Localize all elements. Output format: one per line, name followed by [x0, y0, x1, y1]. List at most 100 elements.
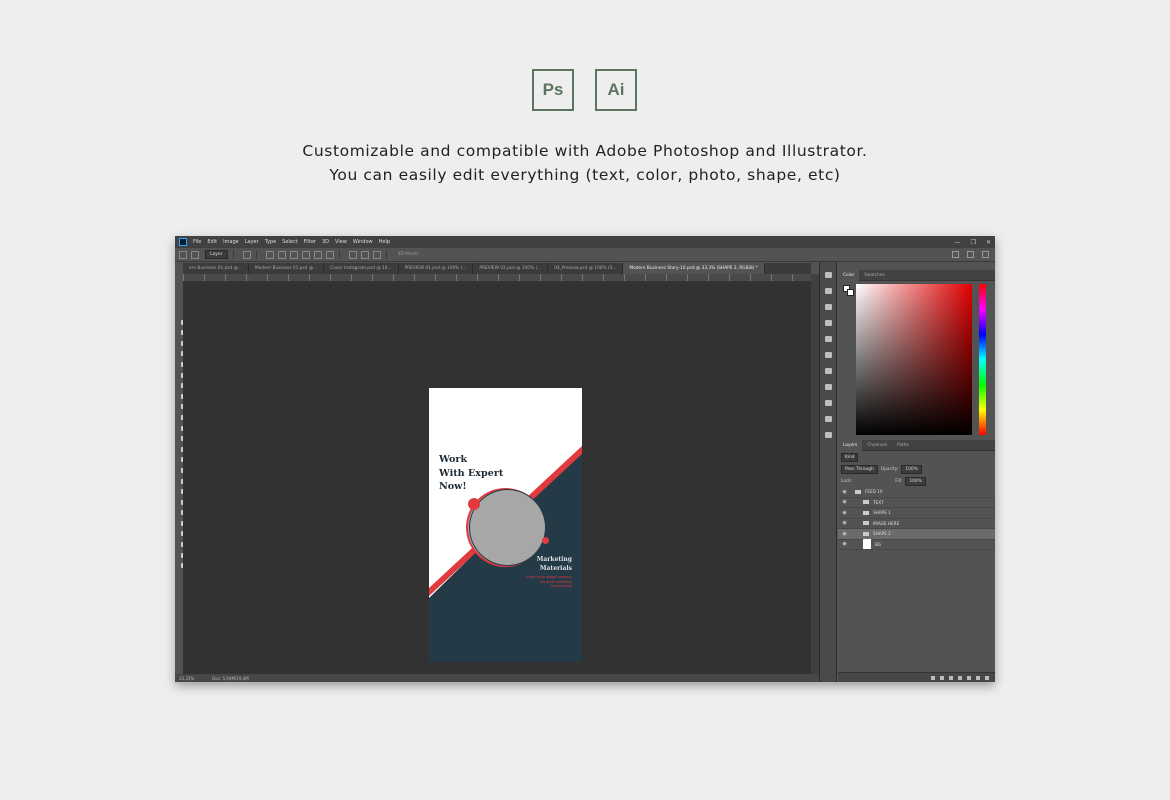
auto-select-dropdown[interactable]: Layer	[205, 250, 228, 259]
status-bar: 33,33% Doc: 5,94M/19,4M	[175, 674, 819, 682]
doc-tab-active[interactable]: Modern Business Story-10.psd @ 33,3% (SH…	[623, 263, 765, 274]
zoom-level[interactable]: 33,33%	[179, 676, 194, 681]
doc-tab[interactable]: ern Business 01.psd @...	[183, 263, 250, 274]
visibility-eye-icon[interactable]: ◉	[840, 531, 849, 537]
align-middle-icon[interactable]	[277, 250, 286, 259]
doc-tab[interactable]: PREVIEW 02.psd @ 100% (...	[473, 263, 549, 274]
fill-input[interactable]: 100%	[905, 476, 926, 486]
distribute-icon[interactable]	[360, 250, 369, 259]
canvas-area[interactable]: Work With Expert Now! Marketing Material…	[183, 282, 811, 674]
layer-row[interactable]: ◉ SHAPE 1	[838, 508, 995, 519]
visibility-eye-icon[interactable]: ◉	[840, 510, 849, 516]
styles-icon[interactable]	[824, 416, 832, 422]
menu-view[interactable]: View	[335, 239, 347, 245]
distribute-icon[interactable]	[372, 250, 381, 259]
new-layer-icon[interactable]	[976, 675, 980, 680]
search-icon[interactable]	[952, 251, 959, 258]
new-group-icon[interactable]	[967, 675, 971, 680]
menu-filter[interactable]: Filter	[304, 239, 316, 245]
tools-panel	[175, 274, 187, 682]
histogram-icon[interactable]	[824, 288, 832, 294]
subtitle-line: Marketing	[536, 556, 572, 563]
visibility-eye-icon[interactable]: ◉	[840, 499, 849, 505]
doc-tab[interactable]: 04_Preview.psd @ 100% (S...	[548, 263, 624, 274]
menu-image[interactable]: Image	[223, 239, 239, 245]
red-dot	[542, 537, 549, 544]
light-icon[interactable]	[824, 384, 832, 390]
folder-icon	[863, 521, 869, 526]
minimize-icon[interactable]: —	[955, 239, 961, 246]
blend-mode-dropdown[interactable]: Pass Through	[841, 464, 878, 474]
brush-settings-icon[interactable]	[824, 304, 832, 310]
transform-controls-icon[interactable]	[242, 250, 251, 259]
fx-icon[interactable]	[940, 675, 944, 680]
doc-tab[interactable]: Cover Instagram.psd @ 10...	[324, 263, 399, 274]
adjustments-icon[interactable]	[824, 320, 832, 326]
layer-row[interactable]: ◉ TEXT	[838, 498, 995, 508]
layer-name: SHAPE 2	[873, 531, 891, 537]
kind-filter-dropdown[interactable]: Kind	[841, 452, 859, 462]
align-center-icon[interactable]	[313, 250, 322, 259]
tab-swatches[interactable]: Swatches	[859, 270, 890, 281]
actions-icon[interactable]	[824, 432, 832, 438]
menu-window[interactable]: Window	[353, 239, 373, 245]
background-color[interactable]	[847, 289, 854, 296]
mask-icon[interactable]	[949, 675, 953, 680]
tab-paths[interactable]: Paths	[892, 440, 914, 451]
hue-slider[interactable]	[979, 284, 986, 435]
link-layers-icon[interactable]	[931, 675, 935, 680]
layer-list: ◉ FEED 10 ◉ TEXT ◉ SHAPE 1 ◉ IMAGE HERE ◉ SHAPE 2…	[838, 487, 995, 550]
share-icon[interactable]	[982, 251, 989, 258]
tab-channels[interactable]: Channels	[862, 440, 892, 451]
move-tool-icon[interactable]	[179, 250, 187, 259]
menu-layer[interactable]: Layer	[245, 239, 259, 245]
close-icon[interactable]: ✕	[986, 239, 991, 246]
restore-icon[interactable]: ❐	[971, 239, 976, 246]
doc-tab[interactable]: Modern Business 01.psd @...	[249, 263, 325, 274]
menu-file[interactable]: File	[193, 239, 201, 245]
history-icon[interactable]	[824, 272, 832, 278]
doc-tab[interactable]: PREVIEW 01.psd @ 100% (...	[399, 263, 474, 274]
align-top-icon[interactable]	[265, 250, 274, 259]
blend-row: Pass Through Opacity: 100%	[838, 463, 995, 475]
layer-name: BG	[875, 541, 882, 547]
color-picker-field[interactable]	[856, 284, 972, 435]
distribute-icon[interactable]	[348, 250, 357, 259]
layer-name: FEED 10	[865, 489, 883, 495]
vertical-scrollbar[interactable]	[811, 274, 819, 674]
workspace-icon[interactable]	[967, 251, 974, 258]
tab-layers[interactable]: Layers	[838, 439, 863, 451]
adjustment-layer-icon[interactable]	[958, 675, 962, 680]
menu-select[interactable]: Select	[282, 239, 297, 245]
layer-row[interactable]: ◉ SHAPE 2	[838, 529, 995, 540]
visibility-eye-icon[interactable]: ◉	[840, 489, 849, 495]
artwork[interactable]: Work With Expert Now! Marketing Material…	[429, 388, 582, 662]
red-dot	[468, 498, 480, 510]
layer-row[interactable]: ◉ BG	[838, 539, 995, 550]
paragraph-icon[interactable]	[824, 336, 832, 342]
delete-layer-icon[interactable]	[985, 675, 989, 680]
align-bottom-icon[interactable]	[289, 250, 298, 259]
character-icon[interactable]	[824, 368, 832, 374]
align-right-icon[interactable]	[325, 250, 334, 259]
properties-icon[interactable]	[824, 352, 832, 358]
separator	[385, 250, 387, 259]
layer-row[interactable]: ◉ IMAGE HERE	[838, 519, 995, 529]
3d-mode-label: 3D Mode:	[397, 252, 420, 257]
auto-select-icon[interactable]	[191, 250, 199, 259]
opacity-input[interactable]: 100%	[901, 464, 922, 474]
menu-edit[interactable]: Edit	[207, 239, 217, 245]
menu-help[interactable]: Help	[379, 239, 390, 245]
promo-line-2: You can easily edit everything (text, co…	[329, 166, 841, 184]
visibility-eye-icon[interactable]: ◉	[840, 520, 849, 526]
menu-type[interactable]: Type	[265, 239, 276, 245]
folder-icon	[855, 489, 861, 494]
libraries-icon[interactable]	[824, 400, 832, 406]
layer-row[interactable]: ◉ FEED 10	[838, 487, 995, 498]
art-headline: Work With Expert Now!	[439, 453, 503, 494]
align-left-icon[interactable]	[301, 250, 310, 259]
tab-color[interactable]: Color	[838, 269, 860, 281]
visibility-eye-icon[interactable]: ◉	[840, 541, 849, 547]
menu-3d[interactable]: 3D	[322, 239, 329, 245]
options-bar: Layer 3D Mode:	[175, 248, 995, 262]
